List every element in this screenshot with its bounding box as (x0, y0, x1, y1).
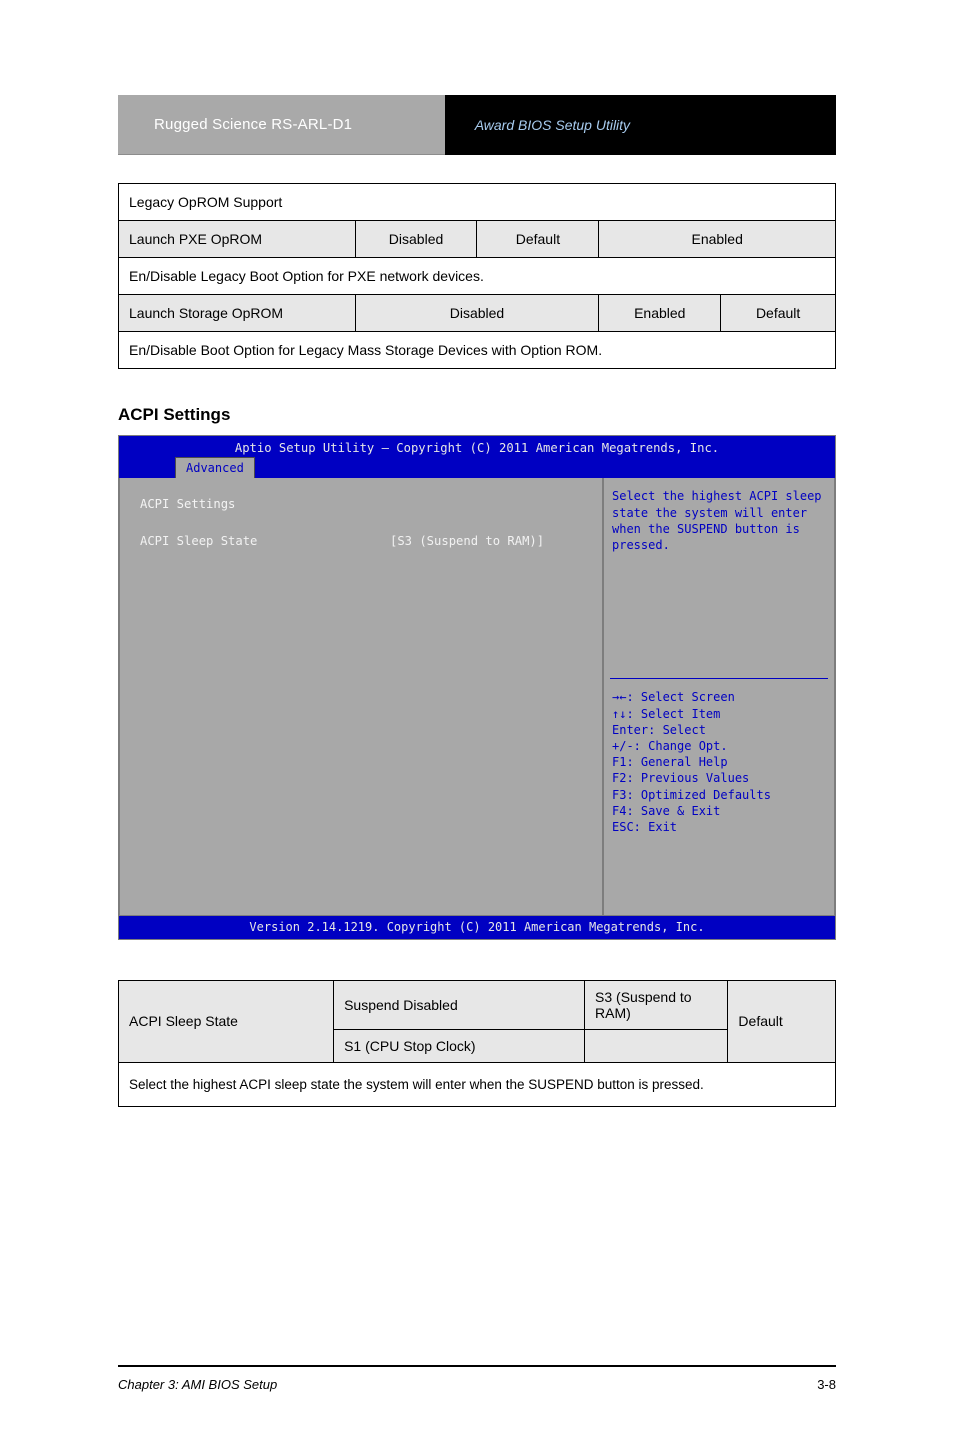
acpi-sleep-state-label: ACPI Sleep State (140, 533, 390, 549)
acpi-opt-default: Default (728, 980, 836, 1062)
acpi-sleep-state-value: [S3 (Suspend to RAM)] (390, 533, 544, 549)
acpi-opt-suspend-disabled: Suspend Disabled (334, 980, 585, 1029)
banner-right: Award BIOS Setup Utility (445, 95, 836, 155)
launch-storage-opt-disabled: Disabled (355, 295, 599, 332)
bios-key-2: Enter: Select (612, 722, 826, 738)
acpi-opt-s1: S1 (CPU Stop Clock) (334, 1029, 585, 1062)
bios-titlebar: Aptio Setup Utility – Copyright (C) 2011… (119, 436, 835, 478)
launch-storage-opt-enabled: Enabled (599, 295, 721, 332)
acpi-opt-s3: S3 (Suspend to RAM) (585, 980, 728, 1029)
bios-key-0: →←: Select Screen (612, 689, 826, 705)
bios-key-8: ESC: Exit (612, 819, 826, 835)
acpi-desc: Select the highest ACPI sleep state the … (119, 1062, 836, 1106)
oprom-table: Legacy OpROM Support Launch PXE OpROM Di… (118, 183, 836, 369)
bios-screenshot: Aptio Setup Utility – Copyright (C) 2011… (118, 435, 836, 940)
bios-tab-advanced[interactable]: Advanced (175, 457, 255, 478)
bios-key-7: F4: Save & Exit (612, 803, 826, 819)
bios-help-panel: Select the highest ACPI sleep state the … (603, 478, 835, 916)
bios-title: Aptio Setup Utility – Copyright (C) 2011… (119, 440, 835, 458)
bios-main-heading: ACPI Settings (140, 496, 582, 512)
launch-storage-desc: En/Disable Boot Option for Legacy Mass S… (119, 332, 836, 369)
launch-pxe-default: Default (477, 221, 599, 258)
footer-page-number: 3-8 (817, 1377, 836, 1392)
acpi-settings-heading: ACPI Settings (118, 405, 836, 425)
acpi-option-table: ACPI Sleep State Suspend Disabled S3 (Su… (118, 980, 836, 1107)
page-banner: Rugged Science RS-ARL-D1 Award BIOS Setu… (118, 95, 836, 155)
bios-footer: Version 2.14.1219. Copyright (C) 2011 Am… (119, 916, 835, 938)
bios-key-hints: →←: Select Screen ↑↓: Select Item Enter:… (604, 679, 834, 845)
launch-storage-default: Default (721, 295, 836, 332)
acpi-opt-s3-dup (585, 1029, 728, 1062)
banner-left: Rugged Science RS-ARL-D1 (118, 95, 445, 155)
bios-key-3: +/-: Change Opt. (612, 738, 826, 754)
bios-key-5: F2: Previous Values (612, 770, 826, 786)
launch-pxe-opt-disabled: Disabled (355, 221, 477, 258)
bios-key-6: F3: Optimized Defaults (612, 787, 826, 803)
launch-pxe-desc: En/Disable Legacy Boot Option for PXE ne… (119, 258, 836, 295)
launch-pxe-opt-enabled: Enabled (599, 221, 836, 258)
acpi-row-label: ACPI Sleep State (119, 980, 334, 1062)
launch-storage-label: Launch Storage OpROM (119, 295, 356, 332)
launch-pxe-label: Launch PXE OpROM (119, 221, 356, 258)
bios-main-panel: ACPI Settings ACPI Sleep State [S3 (Susp… (119, 478, 603, 916)
page-footer: Chapter 3: AMI BIOS Setup 3-8 (118, 1365, 836, 1392)
acpi-sleep-state-row[interactable]: ACPI Sleep State [S3 (Suspend to RAM)] (140, 533, 582, 549)
footer-left: Chapter 3: AMI BIOS Setup (118, 1377, 277, 1392)
bios-key-1: ↑↓: Select Item (612, 706, 826, 722)
oprom-title-cell: Legacy OpROM Support (119, 184, 836, 221)
bios-help-text: Select the highest ACPI sleep state the … (604, 478, 834, 678)
banner-right-text: Award BIOS Setup Utility (475, 117, 630, 133)
bios-key-4: F1: General Help (612, 754, 826, 770)
